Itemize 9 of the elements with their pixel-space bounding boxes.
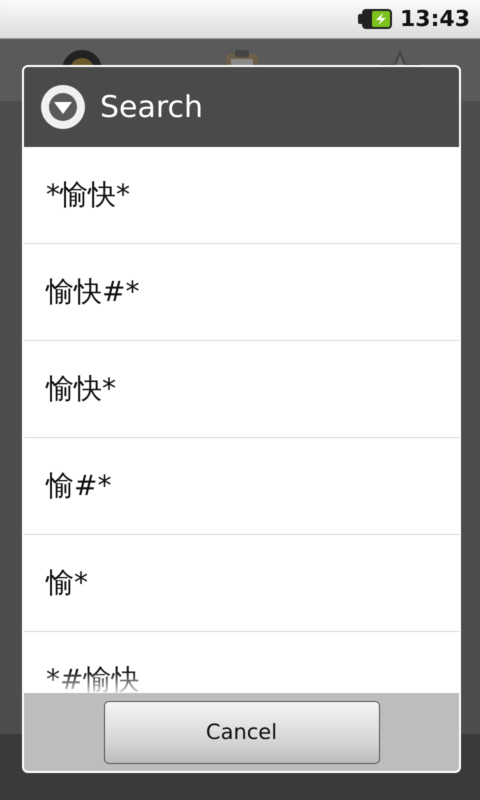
search-option[interactable]: 愉快#* xyxy=(24,244,459,341)
search-option[interactable]: 愉* xyxy=(24,535,459,632)
cancel-button[interactable]: Cancel xyxy=(104,700,380,764)
clock-time: 13:43 xyxy=(400,6,470,32)
search-option[interactable]: 愉快* xyxy=(24,341,459,438)
search-option[interactable]: *愉快* xyxy=(24,147,459,244)
dialog-title: Search xyxy=(100,90,204,124)
search-option[interactable]: 愉#* xyxy=(24,438,459,535)
battery-charging-icon xyxy=(358,8,392,30)
